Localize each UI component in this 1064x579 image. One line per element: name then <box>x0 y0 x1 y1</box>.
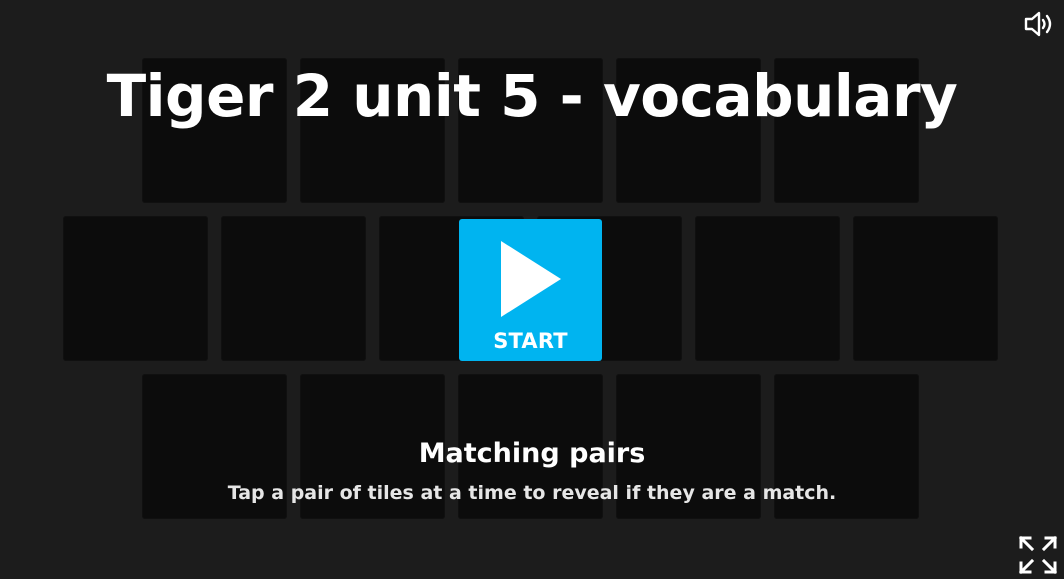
template-name: Matching pairs <box>418 438 646 469</box>
card-tile <box>695 216 840 361</box>
instructions-text: Tap a pair of tiles at a time to reveal … <box>227 482 837 504</box>
activity-title: Tiger 2 unit 5 - vocabulary <box>106 62 958 130</box>
card-tile <box>63 216 208 361</box>
start-button[interactable]: START <box>459 219 602 361</box>
sound-toggle-button[interactable] <box>1022 6 1058 42</box>
card-tile <box>221 216 366 361</box>
fullscreen-button[interactable] <box>1018 535 1058 575</box>
start-button-label: START <box>493 329 568 353</box>
game-stage: Tiger 2 unit 5 - vocabulary START Matchi… <box>0 0 1064 579</box>
card-tile <box>853 216 998 361</box>
speaker-icon <box>1024 11 1052 37</box>
play-icon <box>501 241 561 317</box>
fullscreen-icon <box>1018 535 1058 575</box>
